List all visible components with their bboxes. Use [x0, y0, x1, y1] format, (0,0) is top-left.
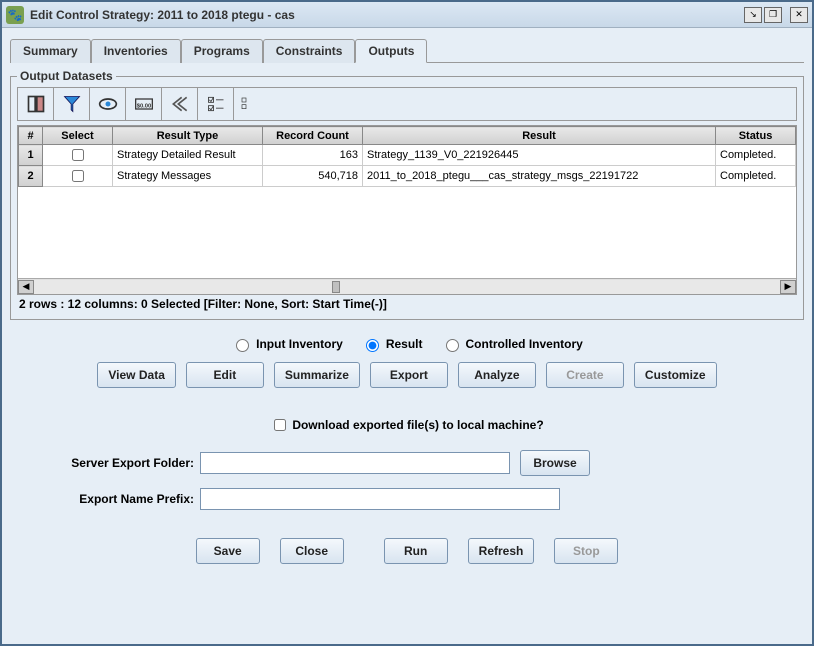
analyze-button[interactable]: Analyze	[458, 362, 536, 388]
row-select-checkbox[interactable]	[72, 170, 84, 182]
app-icon: 🐾	[6, 6, 24, 24]
radio-input-inventory[interactable]: Input Inventory	[231, 336, 343, 352]
results-table-wrap: # Select Result Type Record Count Result…	[17, 125, 797, 295]
tab-summary[interactable]: Summary	[10, 39, 91, 63]
stop-button: Stop	[554, 538, 618, 564]
col-status[interactable]: Status	[716, 127, 796, 145]
download-row: Download exported file(s) to local machi…	[10, 416, 804, 434]
minimize-internal-icon[interactable]: ↘	[744, 7, 762, 23]
action-button-row: View Data Edit Summarize Export Analyze …	[10, 362, 804, 388]
export-name-prefix-row: Export Name Prefix:	[24, 488, 804, 510]
col-result-type[interactable]: Result Type	[113, 127, 263, 145]
cell-result-type: Strategy Messages	[113, 166, 263, 187]
summarize-button[interactable]: Summarize	[274, 362, 360, 388]
edit-control-strategy-window: 🐾 Edit Control Strategy: 2011 to 2018 pt…	[0, 0, 814, 646]
tab-bar: Summary Inventories Programs Constraints…	[10, 38, 804, 63]
select-all-icon[interactable]	[18, 88, 54, 120]
horizontal-scrollbar[interactable]: ◀ ▶	[18, 278, 796, 294]
checklist-icon[interactable]	[198, 88, 234, 120]
run-button[interactable]: Run	[384, 538, 448, 564]
scroll-thumb[interactable]	[332, 281, 340, 293]
col-result[interactable]: Result	[363, 127, 716, 145]
toolbar: $0.00	[17, 87, 797, 121]
cell-status: Completed.	[716, 145, 796, 166]
server-export-folder-row: Server Export Folder: Browse	[24, 450, 804, 476]
browse-button[interactable]: Browse	[520, 450, 590, 476]
uncheck-icon[interactable]	[234, 88, 796, 120]
customize-button[interactable]: Customize	[634, 362, 717, 388]
table-row[interactable]: 1 Strategy Detailed Result 163 Strategy_…	[19, 145, 796, 166]
col-select[interactable]: Select	[43, 127, 113, 145]
view-mode-radios: Input Inventory Result Controlled Invent…	[10, 336, 804, 352]
download-label: Download exported file(s) to local machi…	[292, 418, 543, 432]
row-number: 2	[19, 166, 43, 187]
output-datasets-fieldset: Output Datasets $0.00	[10, 69, 804, 320]
col-record-count[interactable]: Record Count	[263, 127, 363, 145]
scroll-left-icon[interactable]: ◀	[18, 280, 34, 294]
filter-icon[interactable]	[54, 88, 90, 120]
scroll-track[interactable]	[34, 280, 780, 294]
create-button: Create	[546, 362, 624, 388]
view-data-button[interactable]: View Data	[97, 362, 175, 388]
radio-controlled-inventory[interactable]: Controlled Inventory	[441, 336, 583, 352]
cell-status: Completed.	[716, 166, 796, 187]
row-number: 1	[19, 145, 43, 166]
window-title: Edit Control Strategy: 2011 to 2018 pteg…	[30, 8, 742, 22]
radio-result[interactable]: Result	[361, 336, 423, 352]
content-pane: Summary Inventories Programs Constraints…	[2, 28, 812, 644]
row-select-checkbox[interactable]	[72, 149, 84, 161]
close-button[interactable]: Close	[280, 538, 344, 564]
export-name-prefix-label: Export Name Prefix:	[24, 492, 194, 506]
row-select-cell[interactable]	[43, 166, 113, 187]
tab-outputs[interactable]: Outputs	[355, 39, 427, 63]
table-status-line: 2 rows : 12 columns: 0 Selected [Filter:…	[17, 295, 797, 313]
titlebar: 🐾 Edit Control Strategy: 2011 to 2018 pt…	[2, 2, 812, 28]
cell-result: Strategy_1139_V0_221926445	[363, 145, 716, 166]
cell-result: 2011_to_2018_ptegu___cas_strategy_msgs_2…	[363, 166, 716, 187]
tab-constraints[interactable]: Constraints	[263, 39, 356, 63]
cell-record-count: 540,718	[263, 166, 363, 187]
svg-text:$0.00: $0.00	[136, 103, 151, 109]
cell-record-count: 163	[263, 145, 363, 166]
export-name-prefix-input[interactable]	[200, 488, 560, 510]
show-hide-icon[interactable]	[90, 88, 126, 120]
export-button[interactable]: Export	[370, 362, 448, 388]
download-checkbox[interactable]	[274, 419, 286, 431]
maximize-icon[interactable]: ❐	[764, 7, 782, 23]
output-datasets-legend: Output Datasets	[17, 69, 116, 83]
row-select-cell[interactable]	[43, 145, 113, 166]
scroll-right-icon[interactable]: ▶	[780, 280, 796, 294]
close-icon[interactable]: ✕	[790, 7, 808, 23]
tab-inventories[interactable]: Inventories	[91, 39, 181, 63]
server-export-folder-input[interactable]	[200, 452, 510, 474]
edit-button[interactable]: Edit	[186, 362, 264, 388]
save-button[interactable]: Save	[196, 538, 260, 564]
refresh-button[interactable]: Refresh	[468, 538, 535, 564]
format-icon[interactable]: $0.00	[126, 88, 162, 120]
reset-icon[interactable]	[162, 88, 198, 120]
bottom-button-row: Save Close Run Refresh Stop	[10, 538, 804, 564]
tab-programs[interactable]: Programs	[181, 39, 263, 63]
col-rownum[interactable]: #	[19, 127, 43, 145]
table-row[interactable]: 2 Strategy Messages 540,718 2011_to_2018…	[19, 166, 796, 187]
server-export-folder-label: Server Export Folder:	[24, 456, 194, 470]
cell-result-type: Strategy Detailed Result	[113, 145, 263, 166]
results-table: # Select Result Type Record Count Result…	[18, 126, 796, 187]
